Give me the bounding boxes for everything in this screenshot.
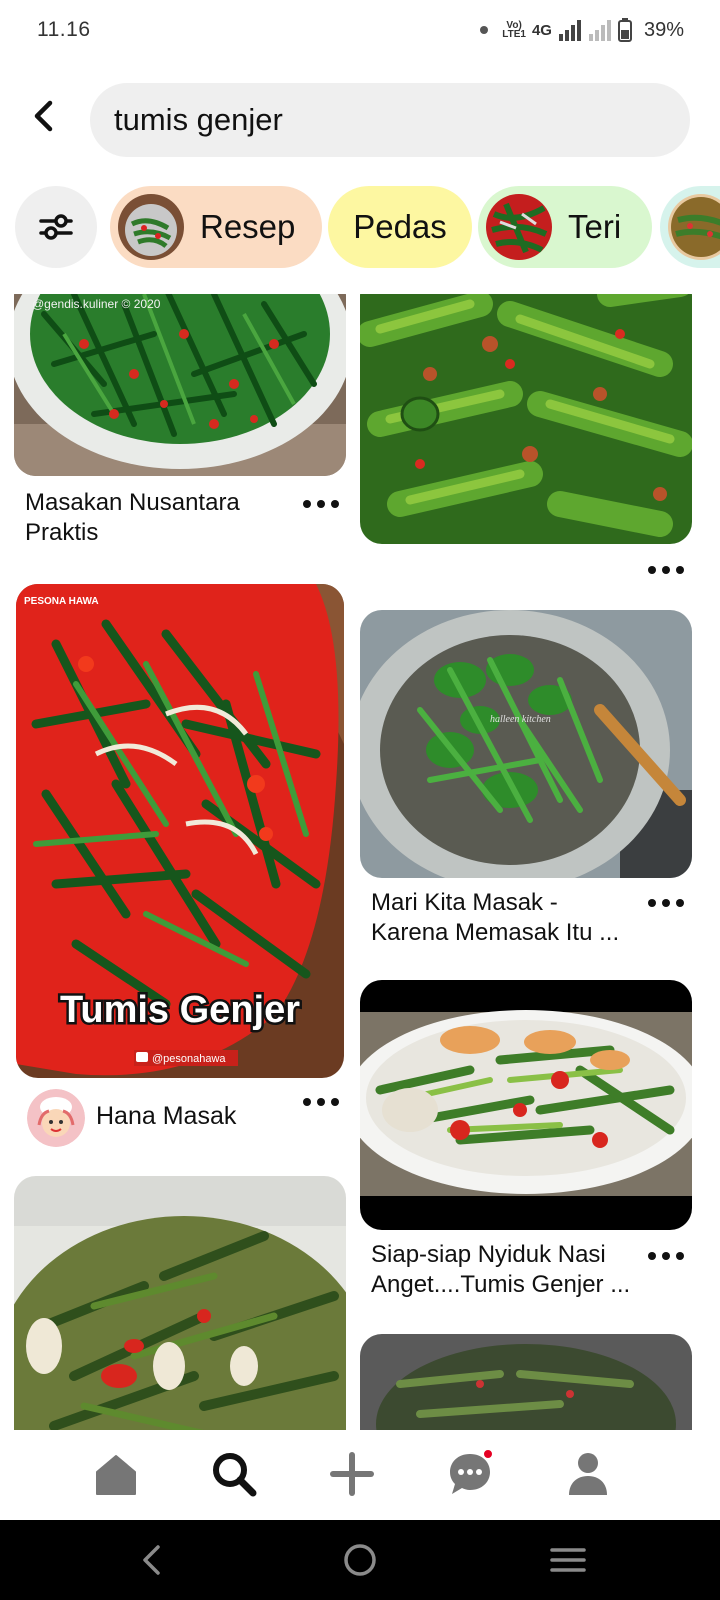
- profile-icon: [569, 1453, 607, 1495]
- pin-image[interactable]: [14, 1176, 346, 1430]
- system-back-button[interactable]: [130, 1540, 174, 1580]
- chip-pedas[interactable]: Pedas: [328, 186, 472, 268]
- nav-home[interactable]: [86, 1444, 146, 1504]
- pin-handle: @pesonahawa: [152, 1053, 226, 1065]
- pin-image[interactable]: [360, 294, 692, 544]
- system-home-button[interactable]: [338, 1540, 382, 1580]
- pin-overlay-text: Tumis Genjer: [60, 989, 300, 1031]
- plus-icon: [330, 1452, 374, 1496]
- pin-watermark: @gendis.kuliner © 2020: [32, 297, 161, 311]
- pin-image[interactable]: halleen kitchen: [360, 610, 692, 878]
- filter-button[interactable]: [15, 186, 97, 268]
- pin-title[interactable]: Siap-siap Nyiduk Nasi Anget....Tumis Gen…: [371, 1240, 641, 1300]
- chevron-left-icon: [143, 1545, 160, 1575]
- more-options-icon[interactable]: [648, 893, 684, 913]
- more-options-icon[interactable]: [303, 1092, 339, 1112]
- nav-messages[interactable]: [440, 1444, 500, 1504]
- pin-image[interactable]: [360, 1334, 692, 1430]
- system-navigation-bar: [0, 1520, 720, 1600]
- chip-teri[interactable]: Teri: [478, 186, 652, 268]
- more-options-icon[interactable]: [648, 1246, 684, 1266]
- more-options-icon[interactable]: [648, 560, 684, 580]
- chip-thumbnail: [486, 194, 552, 260]
- nav-search[interactable]: [204, 1444, 264, 1504]
- volte-label: Vo) LTE1: [502, 20, 526, 40]
- pin-image[interactable]: @gendis.kuliner © 2020: [14, 294, 346, 476]
- signal-weak-icon: [588, 20, 611, 41]
- system-recents-button[interactable]: [546, 1540, 590, 1580]
- notification-badge: [482, 1448, 494, 1460]
- status-icons: Vo) LTE1 4G 39%: [480, 16, 684, 44]
- nav-profile[interactable]: [558, 1444, 618, 1504]
- pin-brand: PESONA HAWA: [24, 596, 99, 607]
- pin-title[interactable]: Masakan Nusantara Praktis: [25, 488, 295, 548]
- search-input[interactable]: [114, 101, 654, 139]
- search-icon: [213, 1453, 257, 1497]
- chip-label: Teri: [568, 208, 622, 245]
- nav-create[interactable]: [322, 1444, 382, 1504]
- filter-chips: Resep Pedas Teri: [0, 186, 720, 270]
- pin-title[interactable]: Mari Kita Masak - Karena Memasak Itu ...: [371, 888, 641, 948]
- pin-watermark: halleen kitchen: [490, 714, 551, 725]
- creator-avatar[interactable]: [27, 1089, 85, 1147]
- pin-image[interactable]: PESONA HAWA Tumis Genjer @pesonahawa: [16, 584, 344, 1078]
- chip-label: Pedas: [353, 208, 447, 245]
- more-options-icon[interactable]: [303, 494, 339, 514]
- signal-icon: [558, 20, 581, 41]
- home-icon: [96, 1455, 136, 1495]
- chip-thumbnail: [668, 194, 720, 260]
- pin-image[interactable]: [360, 980, 692, 1230]
- chip-resep[interactable]: Resep: [110, 186, 322, 268]
- search-header: [0, 80, 720, 160]
- arrow-left-icon: [34, 100, 53, 132]
- sliders-icon: [39, 214, 73, 240]
- status-time: 11.16: [37, 18, 91, 41]
- creator-name[interactable]: Hana Masak: [96, 1102, 236, 1131]
- menu-lines-icon: [550, 1548, 586, 1572]
- chip-more[interactable]: [660, 186, 720, 268]
- circle-icon: [344, 1544, 376, 1576]
- battery-icon: [617, 18, 632, 42]
- status-bar: 11.16 Vo) LTE1 4G 39%: [0, 0, 720, 60]
- bottom-navigation: [0, 1430, 720, 1520]
- network-type: 4G: [531, 21, 552, 39]
- back-button[interactable]: [24, 96, 64, 136]
- battery-percent: 39%: [643, 18, 684, 41]
- chip-label: Resep: [200, 208, 296, 245]
- search-box[interactable]: [90, 83, 690, 157]
- notification-dot-icon: [480, 26, 489, 34]
- pin-feed[interactable]: @gendis.kuliner © 2020 Masakan Nusantara…: [0, 294, 720, 1430]
- chip-thumbnail: [118, 194, 184, 260]
